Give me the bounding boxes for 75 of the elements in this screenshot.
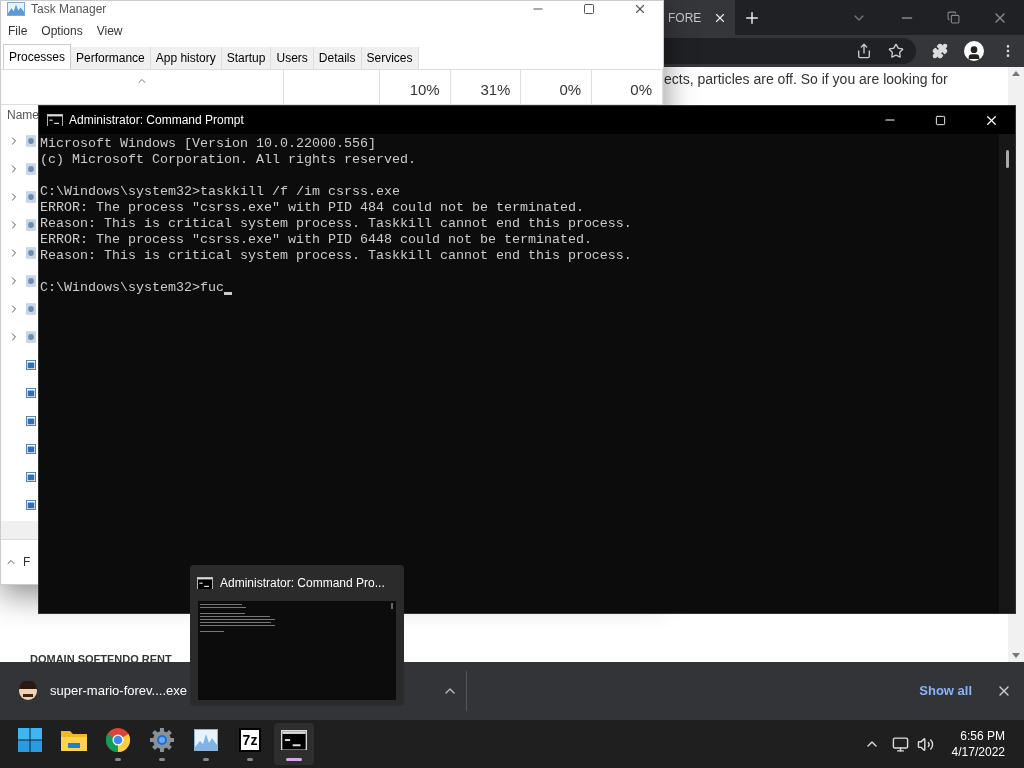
process-icon — [26, 416, 36, 426]
restore-icon[interactable] — [947, 11, 960, 24]
gear-icon[interactable] — [150, 728, 174, 752]
service-icon — [26, 331, 36, 343]
taskbar-app[interactable]: 7z — [230, 723, 270, 765]
terminal-icon — [281, 729, 307, 751]
service-icon — [26, 191, 36, 203]
console-input[interactable]: C:\Windows\system32>fuc — [40, 280, 224, 296]
window-title: Task Manager — [31, 1, 107, 18]
tab[interactable]: App history — [150, 47, 222, 69]
console-line: ERROR: The process "csrss.exe" with PID 484 could not be terminated. — [40, 200, 584, 216]
puzzle-icon[interactable] — [932, 43, 948, 59]
menu-item[interactable]: File — [8, 22, 28, 40]
column-total[interactable]: 0% — [521, 70, 593, 104]
scroll-down-icon[interactable] — [1012, 653, 1020, 658]
process-icon — [26, 444, 36, 454]
console-line: ERROR: The process "csrss.exe" with PID 6448 could not be terminated. — [40, 232, 592, 248]
network-icon[interactable] — [891, 735, 909, 753]
tab[interactable]: Performance — [71, 47, 151, 69]
close-icon[interactable] — [633, 2, 647, 16]
process-icon — [26, 360, 36, 370]
clock-date: 4/17/2022 — [951, 744, 1005, 760]
console-line: C:\Windows\system32>taskkill /f /im csrss.exe — [40, 184, 400, 200]
service-icon — [26, 163, 36, 175]
text-cursor — [223, 292, 232, 295]
tab[interactable]: Processes — [3, 44, 72, 69]
process-icon — [26, 388, 36, 398]
column-total[interactable]: 0% — [592, 70, 663, 104]
tab[interactable]: Users — [271, 47, 314, 69]
show-all-button[interactable]: Show all — [911, 671, 980, 711]
service-icon — [26, 303, 36, 315]
browser-logo-icon[interactable] — [106, 728, 130, 752]
volume-icon[interactable] — [916, 735, 934, 753]
folder-icon[interactable] — [61, 729, 87, 751]
window-preview[interactable]: Administrator: Command Pro... — [190, 565, 404, 706]
column-total[interactable]: 10% — [379, 70, 451, 104]
browser-tab[interactable]: FORE — [664, 0, 736, 35]
share-icon[interactable] — [856, 43, 872, 59]
process-icon — [26, 500, 36, 510]
process-icon — [26, 472, 36, 482]
console-line: Microsoft Windows [Version 10.0.22000.556] — [40, 136, 376, 152]
chart-window-icon — [7, 2, 25, 16]
maximize-icon[interactable] — [583, 3, 595, 15]
window-title: Administrator: Command Prompt — [69, 112, 244, 129]
column-total[interactable]: 31% — [450, 70, 522, 104]
tab[interactable]: Services — [361, 47, 419, 69]
star-icon[interactable] — [888, 43, 904, 59]
column-header[interactable]: Name — [7, 106, 39, 124]
windows-logo-icon[interactable] — [18, 728, 42, 752]
tab[interactable]: Startup — [221, 47, 272, 69]
clock[interactable]: 6:56 PM 4/17/2022 — [951, 728, 1005, 760]
scrollbar[interactable] — [999, 134, 1015, 613]
console-line: Reason: This is critical system process. Taskkill cannot end this process. — [40, 248, 632, 264]
scroll-up-icon[interactable] — [1012, 71, 1020, 76]
tab[interactable]: Details — [313, 47, 362, 69]
article-text: ects, particles are off. So if you are looking for — [664, 70, 949, 89]
menu-item[interactable]: Options — [41, 22, 83, 40]
preview-title: Administrator: Command Pro... — [220, 575, 385, 592]
tab-title: FORE — [668, 9, 702, 27]
download-file-name[interactable]: super-mario-forev....exe — [50, 681, 188, 701]
profile-avatar[interactable] — [964, 41, 984, 61]
terminal-icon — [197, 576, 213, 590]
details-toggle[interactable]: F — [23, 553, 31, 571]
archive-app-icon[interactable]: 7z — [238, 728, 262, 752]
terminal-icon — [47, 113, 63, 127]
character-face-icon — [18, 681, 38, 701]
service-icon — [26, 219, 36, 231]
service-icon — [26, 247, 36, 259]
console-line: (c) Microsoft Corporation. All rights reserved. — [40, 152, 416, 168]
service-icon — [26, 135, 36, 147]
clock-time: 6:56 PM — [960, 728, 1005, 744]
taskbar-app[interactable] — [274, 723, 314, 765]
service-icon — [26, 275, 36, 287]
console-line: Reason: This is critical system process. Taskkill cannot end this process. — [40, 216, 632, 232]
menu-item[interactable]: View — [96, 22, 123, 40]
